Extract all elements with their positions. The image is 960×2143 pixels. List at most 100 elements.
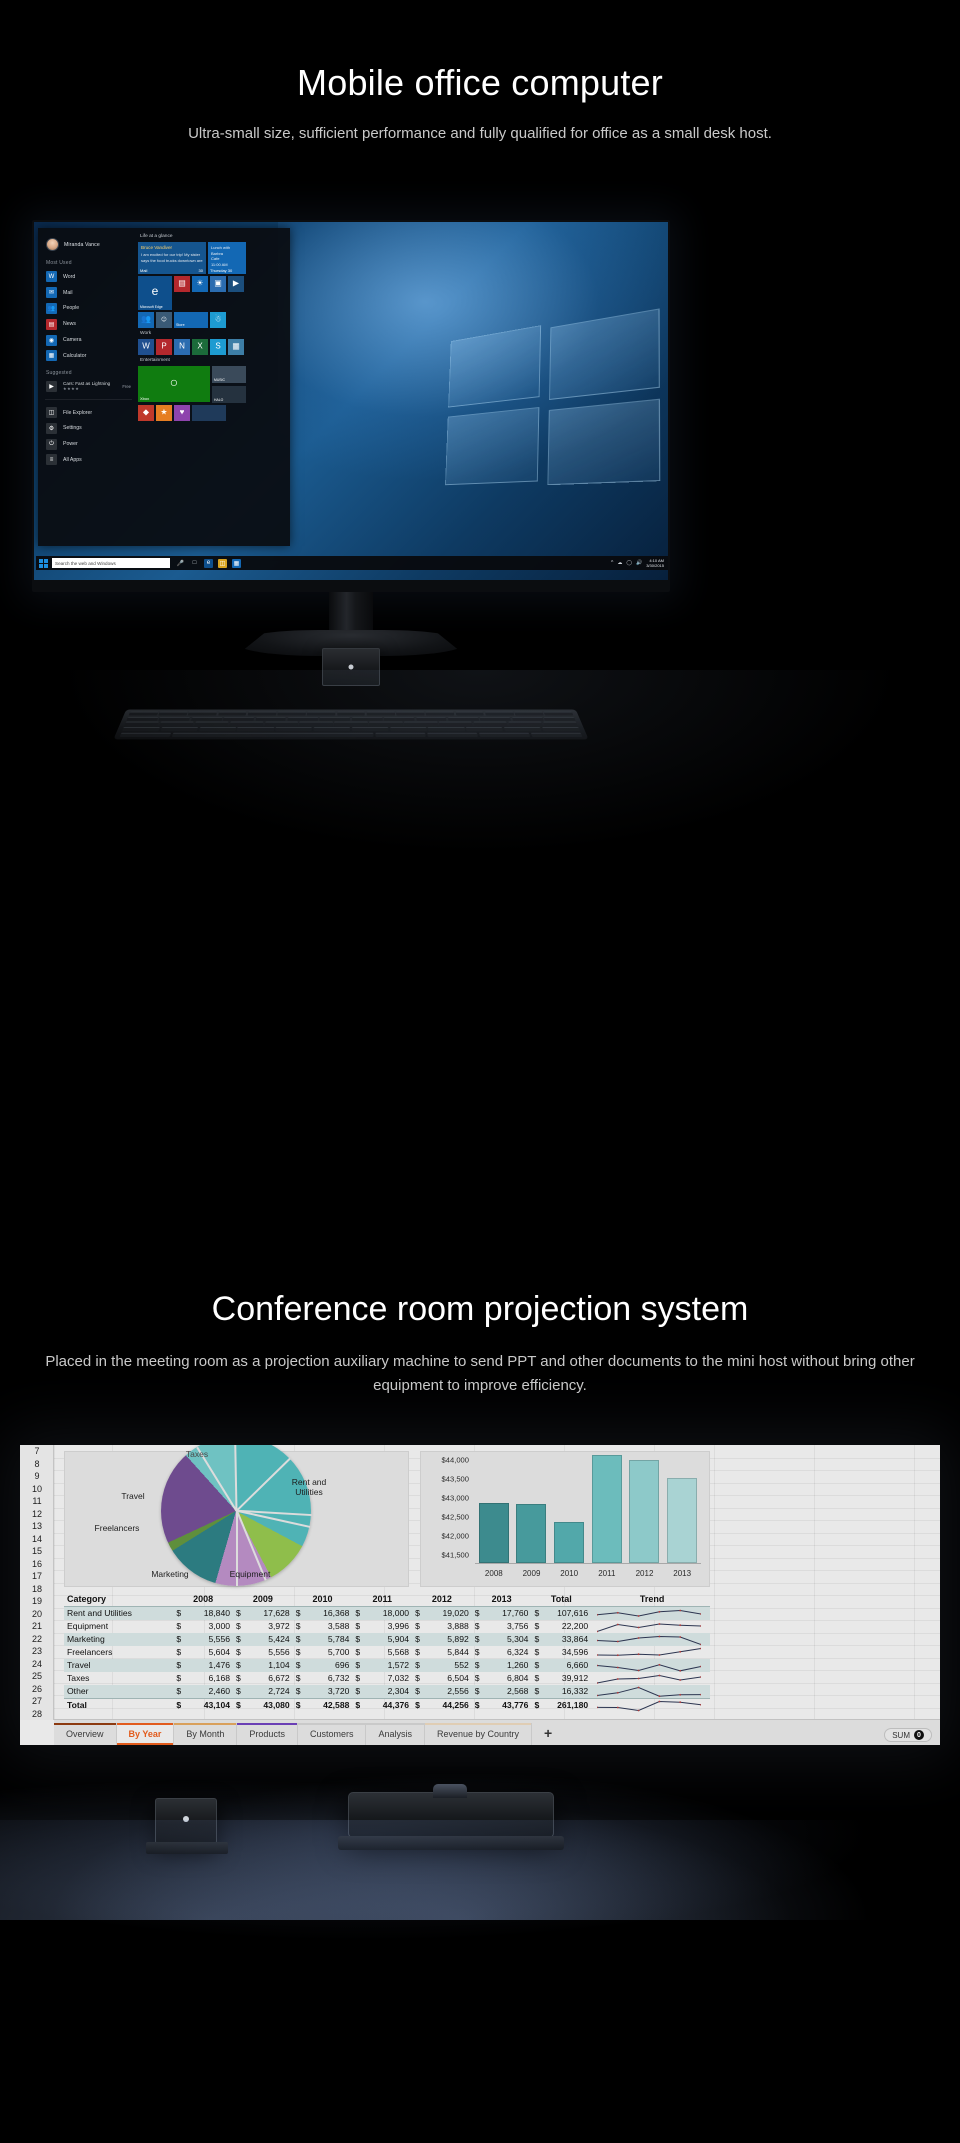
table-column-header: 2013 xyxy=(471,1593,532,1607)
tile-onenote[interactable]: N xyxy=(174,339,190,355)
start-button-icon[interactable] xyxy=(39,558,48,568)
sheet-tab-customers[interactable]: Customers xyxy=(297,1723,367,1745)
tile-news[interactable]: ▤ xyxy=(174,276,190,292)
start-item-all-apps[interactable]: ≡ All Apps xyxy=(42,452,135,468)
row-number: 9 xyxy=(34,1471,40,1481)
sheet-tab-analysis[interactable]: Analysis xyxy=(366,1723,425,1745)
tile-game-3[interactable]: ♥ xyxy=(174,405,190,421)
tile-store[interactable]: Store xyxy=(174,312,208,328)
pie-chart[interactable]: Rent and Utilities Equipment Marketing Fr… xyxy=(64,1445,409,1587)
start-item-calculator[interactable]: ▦ Calculator xyxy=(42,348,135,364)
show-hidden-icons-icon[interactable]: ^ xyxy=(611,560,613,566)
sheet-tab-by-year[interactable]: By Year xyxy=(116,1723,175,1745)
start-item-settings[interactable]: ⚙ Settings xyxy=(42,420,135,436)
tile-video[interactable]: ▶ xyxy=(228,276,244,292)
tile-xbox[interactable]: ○ Xbox xyxy=(138,366,210,402)
start-item-news[interactable]: ▤ News xyxy=(42,316,135,332)
table-cell-currency: $ xyxy=(176,1673,182,1683)
clock[interactable]: 4:10 AM 3/30/2015 xyxy=(646,558,664,568)
user-account-item[interactable]: Miranda Vance xyxy=(42,234,135,258)
sheet-tab-color-bar xyxy=(297,1723,366,1725)
table-cell-value: 2,724 xyxy=(244,1685,293,1699)
divider xyxy=(45,398,132,400)
tile-word[interactable]: W xyxy=(138,339,154,355)
data-table[interactable]: Category 2008 2009 2010 2011 2012 2013 Total Tre… xyxy=(64,1593,710,1712)
table-cell-value: 2,304 xyxy=(363,1685,413,1699)
microphone-icon[interactable]: 🎤 xyxy=(176,559,185,568)
start-item-mail[interactable]: ✉ Mail xyxy=(42,285,135,301)
table-cell-currency: $ xyxy=(233,1659,245,1672)
y-tick-label: $42,500 xyxy=(441,1512,469,1522)
row-number: 20 xyxy=(31,1608,42,1619)
keyboard-row xyxy=(119,732,583,737)
table-cell-currency: $ xyxy=(233,1685,245,1699)
video-icon: ▶ xyxy=(232,278,240,288)
network-icon[interactable]: ☁ xyxy=(617,560,622,566)
suggested-header: Suggested xyxy=(46,369,72,376)
table-cell-currency: $ xyxy=(292,1685,305,1699)
search-input[interactable]: Search the web and Windows xyxy=(52,558,170,568)
row-number: 13 xyxy=(31,1521,42,1531)
table-cell-value: 261,180 xyxy=(542,1698,592,1712)
tile-weather[interactable]: ☀ xyxy=(192,276,208,292)
tile-people[interactable]: 👥 xyxy=(138,312,154,328)
tile-calendar2[interactable]: ▦ xyxy=(228,339,244,355)
table-row: Other $2,460 $2,724 $3,720 $2,304 $2,556 $2,56… xyxy=(64,1685,710,1699)
sheet-tab-revenue-by-country[interactable]: Revenue by Country xyxy=(424,1723,533,1745)
start-item-power[interactable]: ⏻ Power xyxy=(42,436,135,452)
edge-taskbar-icon[interactable]: e xyxy=(204,558,213,568)
start-item-word[interactable]: W Word xyxy=(42,269,135,285)
table-cell-sparkline xyxy=(591,1646,710,1659)
start-item-camera[interactable]: ◉ Camera xyxy=(42,332,135,348)
table-cell-currency: $ xyxy=(176,1621,182,1631)
tile-photo[interactable]: ▣ xyxy=(210,276,226,292)
wifi-icon[interactable]: ◯ xyxy=(626,560,632,566)
sheet-tab-bar[interactable]: Overview By Year By Month Products Customers… xyxy=(54,1719,940,1745)
table-cell-currency: $ xyxy=(471,1633,484,1646)
table-cell-sparkline xyxy=(591,1620,710,1633)
tile-halo[interactable]: HALO xyxy=(212,386,246,403)
tile-skype[interactable]: S xyxy=(210,339,226,355)
tile-powerpoint[interactable]: P xyxy=(156,339,172,355)
user-name: Miranda Vance xyxy=(64,241,100,248)
tile-edge[interactable]: e Microsoft Edge xyxy=(138,276,172,310)
task-view-icon[interactable]: □ xyxy=(190,559,199,568)
sheet-tab-overview[interactable]: Overview xyxy=(54,1723,117,1745)
tile-game-2[interactable]: ★ xyxy=(156,405,172,421)
bar-plot-area: $41,500 $42,000 $42,500 $43,000 $43,500 $44,0… xyxy=(442,1455,701,1578)
row-number: 25 xyxy=(31,1671,42,1681)
calendar-event-place: Cafe xyxy=(211,256,220,262)
table-cell-currency: $ xyxy=(233,1606,245,1620)
tile-twitter[interactable]: ☃ xyxy=(210,312,226,328)
tile-label: MUSIC xyxy=(214,378,225,382)
taskbar[interactable]: Search the web and Windows 🎤 □ e ◫ ▦ ^ ☁… xyxy=(36,556,668,570)
table-cell-currency: $ xyxy=(236,1647,241,1657)
suggested-app-item[interactable]: ▶ Cars: Fast as Lightning ★★★★ Free xyxy=(42,379,135,394)
x-tick-label: 2012 xyxy=(635,1569,654,1578)
tile-calendar[interactable]: Lunch with Barbra Cafe 11:00 AM Thursday… xyxy=(208,242,246,274)
store-taskbar-icon[interactable]: ▦ xyxy=(232,558,241,568)
table-row: Taxes $6,168 $6,672 $6,732 $7,032 $6,504 $6,80… xyxy=(64,1672,710,1685)
excel-window[interactable]: 7 8 9 10 11 12 13 14 15 16 17 18 19 20 21 22 23 24 25 26 27 2… xyxy=(20,1445,940,1745)
table-cell-value: 44,256 xyxy=(423,1698,472,1712)
tile-music[interactable]: MUSIC xyxy=(212,366,246,383)
start-menu[interactable]: Miranda Vance Most Used W Word ✉ Mail 👥 … xyxy=(38,228,290,546)
row-number: 27 xyxy=(31,1696,42,1706)
start-item-people[interactable]: 👥 People xyxy=(42,301,135,317)
table-cell-currency: $ xyxy=(173,1659,185,1672)
add-sheet-button[interactable]: + xyxy=(532,1723,564,1745)
tile-game-1[interactable]: ◆ xyxy=(138,405,154,421)
volume-icon[interactable]: 🔊 xyxy=(636,560,642,566)
tile-excel[interactable]: X xyxy=(192,339,208,355)
tile-frozen[interactable] xyxy=(192,405,226,421)
table-cell-currency: $ xyxy=(412,1633,424,1646)
page-title-2: Conference room projection system xyxy=(211,1290,749,1328)
sheet-tab-products[interactable]: Products xyxy=(237,1723,298,1745)
tile-mail[interactable]: Bruce Vandiver I am excited for our trip… xyxy=(138,242,206,274)
start-item-file-explorer[interactable]: ◫ File Explorer xyxy=(42,405,135,421)
table-cell-value: 43,080 xyxy=(244,1698,293,1712)
bar-chart[interactable]: $41,500 $42,000 $42,500 $43,000 $43,500 $44,0… xyxy=(420,1451,710,1587)
file-explorer-taskbar-icon[interactable]: ◫ xyxy=(218,558,227,568)
sheet-tab-by-month[interactable]: By Month xyxy=(174,1723,238,1745)
tile-skype-contact[interactable]: ☺ xyxy=(156,312,172,328)
